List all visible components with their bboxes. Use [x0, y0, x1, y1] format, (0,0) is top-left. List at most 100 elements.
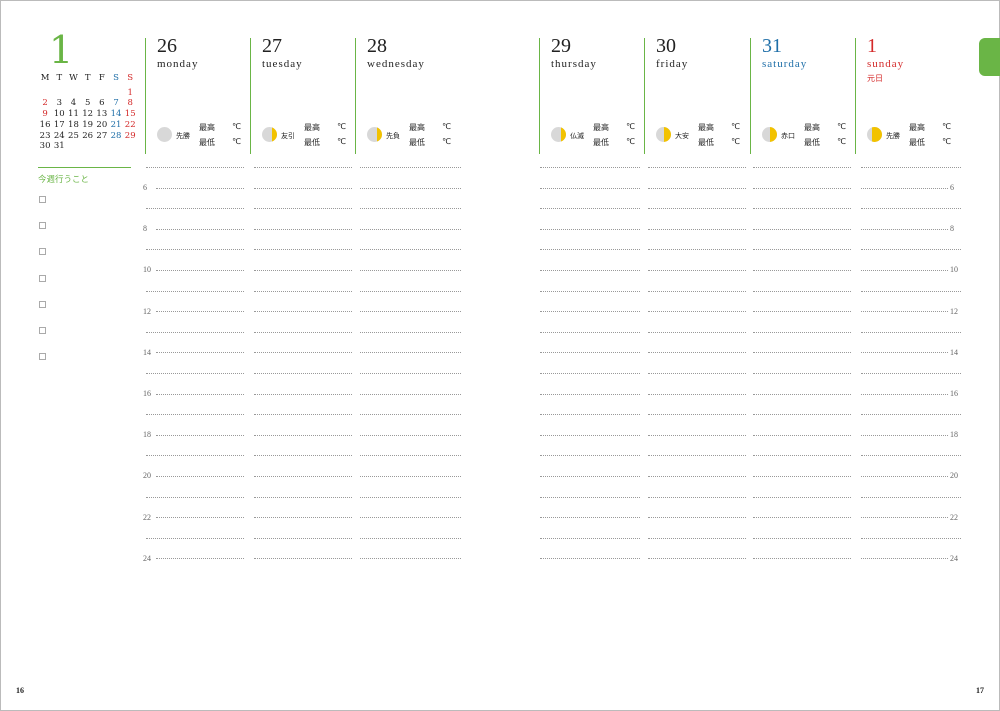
day-column-sunday[interactable]: 1 sunday 元日 先勝 最高 ℃ 最低 ℃ [855, 35, 955, 154]
day-column-saturday[interactable]: 31 saturday 赤口 最高 ℃ 最低 ℃ [750, 35, 850, 154]
hour-line [540, 208, 640, 210]
day-column-friday[interactable]: 30 friday 大安 最高 ℃ 最低 ℃ [644, 35, 744, 154]
hour-line [753, 393, 851, 395]
day-column-tuesday[interactable]: 27 tuesday 友引 最高 ℃ 最低 ℃ [250, 35, 350, 154]
mini-calendar-day[interactable]: 29 [123, 131, 137, 142]
hour-line [753, 167, 851, 168]
mini-calendar-day[interactable]: 13 [95, 109, 109, 120]
hour-line [254, 537, 352, 539]
temp-low-label: 最低 [909, 138, 925, 147]
mini-calendar-day[interactable]: 24 [52, 131, 66, 142]
mini-calendar-day[interactable]: 25 [66, 131, 80, 142]
mini-calendar-day[interactable]: 17 [52, 120, 66, 131]
mini-calendar-day[interactable]: 21 [109, 120, 123, 131]
hour-line [648, 249, 746, 251]
mini-calendar-day[interactable]: 8 [123, 98, 137, 109]
mini-calendar-day[interactable]: 11 [66, 109, 80, 120]
hour-line [254, 228, 352, 230]
mini-calendar-day[interactable]: 16 [38, 120, 52, 131]
hour-line [648, 414, 746, 416]
hour-label-right: 6 [950, 183, 954, 192]
temp-low-unit: ℃ [942, 137, 951, 146]
mini-calendar-day[interactable]: 1 [123, 88, 137, 99]
hour-line [360, 434, 461, 436]
mini-calendar-day[interactable]: 6 [95, 98, 109, 109]
month-number: 1 [49, 28, 74, 72]
day-name: wednesday [367, 58, 425, 70]
hour-line [648, 311, 746, 313]
hour-line [753, 476, 851, 477]
hour-line [254, 249, 352, 251]
mini-calendar-day [109, 141, 123, 152]
hour-line [753, 517, 851, 519]
hour-line [540, 290, 640, 292]
mini-calendar-day[interactable]: 9 [38, 109, 52, 120]
hour-line [861, 393, 948, 395]
mini-calendar-day[interactable]: 20 [95, 120, 109, 131]
mini-calendar-day[interactable]: 23 [38, 131, 52, 142]
hour-line [360, 167, 461, 168]
hour-line [156, 476, 244, 477]
task-checkbox[interactable] [39, 222, 46, 230]
hour-line [156, 311, 244, 313]
mini-calendar-day[interactable]: 18 [66, 120, 80, 131]
hour-line [156, 228, 244, 230]
hour-line [360, 311, 461, 313]
mini-calendar-day[interactable]: 27 [95, 131, 109, 142]
day-column-thursday[interactable]: 29 thursday 仏滅 最高 ℃ 最低 ℃ [539, 35, 639, 154]
hour-line [540, 249, 640, 251]
mini-calendar-day[interactable]: 2 [38, 98, 52, 109]
temp-high-unit: ℃ [942, 122, 951, 131]
rokuyo-label: 大安 [675, 132, 689, 140]
mini-calendar-day[interactable]: 4 [66, 98, 80, 109]
hour-line [753, 187, 851, 189]
day-column-wednesday[interactable]: 28 wednesday 先負 最高 ℃ 最低 ℃ [355, 35, 455, 154]
mini-calendar-day [38, 88, 52, 99]
hour-line [753, 434, 851, 436]
task-checkbox[interactable] [39, 327, 46, 334]
hour-line [861, 496, 961, 498]
day-number: 27 [262, 35, 282, 57]
hour-line [861, 455, 961, 457]
mini-calendar-day[interactable]: 14 [109, 109, 123, 120]
mini-calendar-day[interactable]: 15 [123, 109, 137, 120]
mini-calendar-day[interactable]: 7 [109, 98, 123, 109]
month-index-tab[interactable] [979, 38, 1000, 76]
day-column-monday[interactable]: 26 monday 先勝 最高 ℃ 最低 ℃ [145, 35, 245, 154]
hour-line [254, 558, 352, 560]
task-checkbox[interactable] [39, 248, 46, 256]
hour-label-right: 22 [950, 512, 958, 522]
hour-line [648, 352, 746, 354]
rokuyo-label: 友引 [281, 132, 295, 140]
moon-phase-icon [367, 127, 382, 142]
task-checkbox[interactable] [39, 300, 46, 308]
hour-line [753, 311, 851, 313]
mini-calendar-day[interactable]: 28 [109, 131, 123, 142]
hour-line [360, 208, 461, 210]
task-checkbox[interactable] [39, 353, 46, 361]
mini-calendar-day[interactable]: 31 [52, 141, 66, 152]
mini-calendar-week: 30 31 [38, 141, 138, 152]
day-number: 26 [157, 35, 177, 57]
task-checkbox[interactable] [39, 196, 46, 203]
hour-line [254, 373, 352, 374]
hour-line [156, 517, 244, 519]
mini-calendar-day[interactable]: 30 [38, 141, 52, 152]
mini-calendar-day[interactable]: 3 [52, 98, 66, 109]
mini-calendar-day[interactable]: 22 [123, 120, 137, 131]
hour-line [146, 167, 244, 168]
hour-line [861, 228, 948, 230]
mini-calendar-day[interactable]: 5 [81, 98, 95, 109]
hour-line [146, 373, 244, 374]
task-checkbox[interactable] [39, 274, 46, 282]
hour-line [540, 331, 640, 333]
temp-low-unit: ℃ [837, 137, 846, 146]
mini-calendar-day[interactable]: 12 [81, 109, 95, 120]
mini-calendar-day [81, 88, 95, 99]
mini-calendar-weekday: T [84, 73, 91, 83]
mini-calendar-day[interactable]: 19 [81, 120, 95, 131]
mini-calendar-day[interactable]: 26 [81, 131, 95, 142]
mini-calendar-day[interactable]: 10 [52, 109, 66, 120]
hour-line [360, 187, 461, 189]
hour-line [254, 352, 352, 354]
